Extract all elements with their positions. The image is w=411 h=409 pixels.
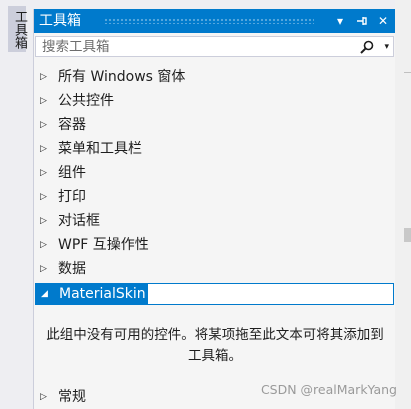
expand-arrow-icon[interactable]: ▷ bbox=[40, 94, 47, 108]
right-edge-mark bbox=[404, 72, 411, 73]
toolbox-title: 工具箱 bbox=[39, 13, 81, 29]
group-dialogs[interactable]: ▷ 对话框 bbox=[34, 209, 396, 233]
titlebar-grip bbox=[104, 18, 314, 24]
group-label: 容器 bbox=[58, 117, 86, 133]
right-edge-strip bbox=[395, 0, 411, 409]
search-icon[interactable] bbox=[359, 39, 375, 55]
group-containers[interactable]: ▷ 容器 bbox=[34, 113, 396, 137]
expand-arrow-icon[interactable]: ▷ bbox=[40, 390, 47, 404]
expand-arrow-icon[interactable]: ▷ bbox=[40, 214, 47, 228]
group-label: 公共控件 bbox=[58, 93, 114, 109]
toolbox-panel: 工具箱 ▾ ✕ 搜索工具箱 ▾ ▷ 所有 Windows 窗体 ▷ 公共控件 ▷… bbox=[33, 9, 396, 409]
group-label: 对话框 bbox=[58, 213, 100, 229]
group-components[interactable]: ▷ 组件 bbox=[34, 161, 396, 185]
expand-arrow-icon[interactable]: ▷ bbox=[40, 142, 47, 156]
right-scroll-mark bbox=[404, 228, 411, 242]
group-all-windows-forms[interactable]: ▷ 所有 Windows 窗体 bbox=[34, 65, 396, 89]
group-label: WPF 互操作性 bbox=[58, 237, 149, 253]
expand-arrow-icon[interactable]: ▷ bbox=[40, 166, 47, 180]
expand-arrow-icon[interactable]: ▷ bbox=[40, 70, 47, 84]
expand-arrow-icon[interactable]: ▷ bbox=[40, 262, 47, 276]
empty-group-message: 此组中没有可用的控件。将某项拖至此文本可将其添加到工具箱。 bbox=[46, 327, 384, 364]
group-data[interactable]: ▷ 数据 bbox=[34, 257, 396, 281]
search-input[interactable]: 搜索工具箱 bbox=[42, 38, 110, 56]
group-label: 打印 bbox=[58, 189, 86, 205]
watermark: CSDN @realMarkYang bbox=[260, 382, 397, 397]
search-box[interactable]: 搜索工具箱 ▾ bbox=[35, 36, 394, 57]
group-label: 常规 bbox=[58, 389, 86, 405]
group-materialskin[interactable]: ◢ MaterialSkin bbox=[35, 283, 394, 305]
toolbox-titlebar[interactable]: 工具箱 ▾ ✕ bbox=[34, 9, 396, 33]
side-dock-strip: 工具箱 bbox=[0, 0, 33, 409]
group-label: 数据 bbox=[58, 261, 86, 277]
group-printing[interactable]: ▷ 打印 bbox=[34, 185, 396, 209]
group-wpf-interop[interactable]: ▷ WPF 互操作性 bbox=[34, 233, 396, 257]
group-common-controls[interactable]: ▷ 公共控件 bbox=[34, 89, 396, 113]
expand-arrow-icon[interactable]: ▷ bbox=[40, 238, 47, 252]
toolbox-side-tab[interactable]: 工具箱 bbox=[8, 6, 27, 52]
group-label: 所有 Windows 窗体 bbox=[58, 69, 186, 85]
expand-arrow-icon[interactable]: ▷ bbox=[40, 190, 47, 204]
collapse-arrow-icon[interactable]: ◢ bbox=[41, 287, 48, 301]
search-options-dropdown-icon[interactable]: ▾ bbox=[384, 38, 389, 56]
group-menus-toolbars[interactable]: ▷ 菜单和工具栏 bbox=[34, 137, 396, 161]
pin-icon[interactable] bbox=[353, 12, 371, 30]
expand-arrow-icon[interactable]: ▷ bbox=[40, 118, 47, 132]
group-label[interactable]: MaterialSkin bbox=[59, 284, 146, 304]
group-label: 组件 bbox=[58, 165, 86, 181]
window-dropdown-icon[interactable]: ▾ bbox=[331, 12, 349, 30]
group-label: 菜单和工具栏 bbox=[58, 141, 142, 157]
close-icon[interactable]: ✕ bbox=[374, 12, 392, 30]
